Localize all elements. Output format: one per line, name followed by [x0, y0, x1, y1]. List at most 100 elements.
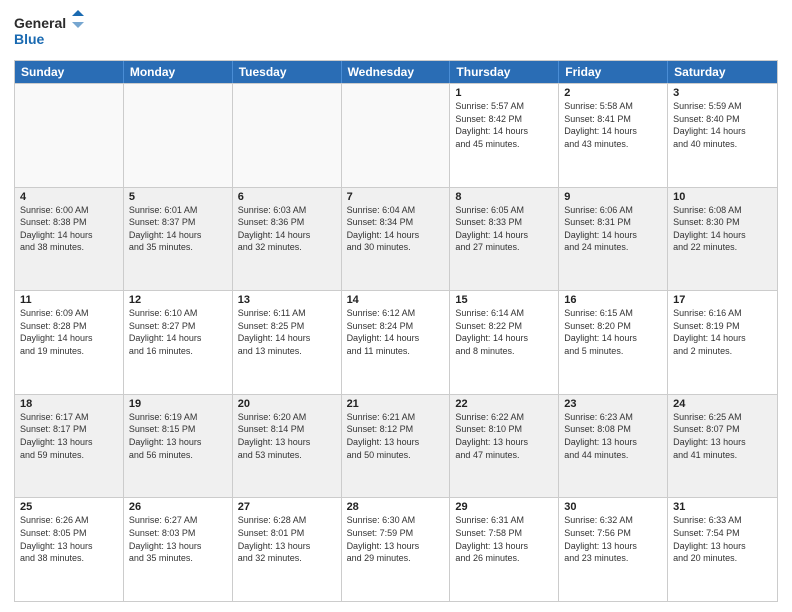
calendar-cell-empty [15, 84, 124, 187]
day-number: 24 [673, 398, 772, 410]
day-number: 13 [238, 294, 336, 306]
calendar-week-row: 11Sunrise: 6:09 AM Sunset: 8:28 PM Dayli… [15, 290, 777, 394]
cell-info: Sunrise: 5:58 AM Sunset: 8:41 PM Dayligh… [564, 101, 637, 149]
day-number: 25 [20, 501, 118, 513]
calendar-cell: 11Sunrise: 6:09 AM Sunset: 8:28 PM Dayli… [15, 291, 124, 394]
calendar-header: SundayMondayTuesdayWednesdayThursdayFrid… [15, 61, 777, 83]
calendar-week-row: 4 Sunrise: 6:00 AM Sunset: 8:38 PM Daylig… [15, 187, 777, 291]
day-number: 26 [129, 501, 227, 513]
day-number: 6 [238, 191, 336, 203]
day-number: 4 [20, 191, 118, 203]
day-number: 28 [347, 501, 445, 513]
day-number: 5 [129, 191, 227, 203]
calendar-cell: 31 Sunrise: 6:33 AM Sunset: 7:54 PM Dayli… [668, 498, 777, 601]
calendar-cell: 24 Sunrise: 6:25 AM Sunset: 8:07 PM Dayli… [668, 395, 777, 498]
day-number: 17 [673, 294, 772, 306]
cell-info: Sunrise: 5:59 AM Sunset: 8:40 PM Dayligh… [673, 101, 746, 149]
calendar-cell-empty [342, 84, 451, 187]
calendar-header-cell: Sunday [15, 61, 124, 83]
day-number: 9 [564, 191, 662, 203]
calendar-cell: 8Sunrise: 6:05 AM Sunset: 8:33 PM Daylig… [450, 188, 559, 291]
cell-info: Sunrise: 6:08 AM Sunset: 8:30 PM Dayligh… [673, 205, 746, 253]
cell-info: Sunrise: 6:31 AM Sunset: 7:58 PM Dayligh… [455, 515, 528, 563]
cell-info: Sunrise: 6:03 AM Sunset: 8:36 PM Dayligh… [238, 205, 311, 253]
calendar-cell: 21Sunrise: 6:21 AM Sunset: 8:12 PM Dayli… [342, 395, 451, 498]
calendar-cell: 19Sunrise: 6:19 AM Sunset: 8:15 PM Dayli… [124, 395, 233, 498]
day-number: 15 [455, 294, 553, 306]
day-number: 14 [347, 294, 445, 306]
day-number: 22 [455, 398, 553, 410]
cell-info: Sunrise: 6:25 AM Sunset: 8:07 PM Dayligh… [673, 412, 746, 460]
cell-info: Sunrise: 6:04 AM Sunset: 8:34 PM Dayligh… [347, 205, 420, 253]
day-number: 7 [347, 191, 445, 203]
cell-info: Sunrise: 6:28 AM Sunset: 8:01 PM Dayligh… [238, 515, 311, 563]
day-number: 10 [673, 191, 772, 203]
calendar-cell: 14 Sunrise: 6:12 AM Sunset: 8:24 PM Dayli… [342, 291, 451, 394]
day-number: 3 [673, 87, 772, 99]
calendar-cell: 20Sunrise: 6:20 AM Sunset: 8:14 PM Dayli… [233, 395, 342, 498]
calendar-header-cell: Tuesday [233, 61, 342, 83]
cell-info: Sunrise: 6:17 AM Sunset: 8:17 PM Dayligh… [20, 412, 93, 460]
day-number: 1 [455, 87, 553, 99]
calendar-cell: 25 Sunrise: 6:26 AM Sunset: 8:05 PM Dayli… [15, 498, 124, 601]
cell-info: Sunrise: 6:10 AM Sunset: 8:27 PM Dayligh… [129, 308, 202, 356]
calendar-week-row: 25 Sunrise: 6:26 AM Sunset: 8:05 PM Dayli… [15, 497, 777, 601]
calendar-header-cell: Wednesday [342, 61, 451, 83]
calendar-cell: 15 Sunrise: 6:14 AM Sunset: 8:22 PM Dayli… [450, 291, 559, 394]
calendar-cell: 1 Sunrise: 5:57 AM Sunset: 8:42 PM Daylig… [450, 84, 559, 187]
day-number: 21 [347, 398, 445, 410]
cell-info: Sunrise: 6:27 AM Sunset: 8:03 PM Dayligh… [129, 515, 202, 563]
cell-info: Sunrise: 6:23 AM Sunset: 8:08 PM Dayligh… [564, 412, 637, 460]
cell-info: Sunrise: 6:20 AM Sunset: 8:14 PM Dayligh… [238, 412, 311, 460]
day-number: 27 [238, 501, 336, 513]
day-number: 8 [455, 191, 553, 203]
calendar-cell: 28Sunrise: 6:30 AM Sunset: 7:59 PM Dayli… [342, 498, 451, 601]
cell-info: Sunrise: 6:14 AM Sunset: 8:22 PM Dayligh… [455, 308, 528, 356]
calendar-cell: 12 Sunrise: 6:10 AM Sunset: 8:27 PM Dayli… [124, 291, 233, 394]
cell-info: Sunrise: 6:33 AM Sunset: 7:54 PM Dayligh… [673, 515, 746, 563]
day-number: 16 [564, 294, 662, 306]
cell-info: Sunrise: 6:01 AM Sunset: 8:37 PM Dayligh… [129, 205, 202, 253]
cell-info: Sunrise: 6:16 AM Sunset: 8:19 PM Dayligh… [673, 308, 746, 356]
calendar-header-cell: Monday [124, 61, 233, 83]
cell-info: Sunrise: 6:06 AM Sunset: 8:31 PM Dayligh… [564, 205, 637, 253]
cell-info: Sunrise: 6:15 AM Sunset: 8:20 PM Dayligh… [564, 308, 637, 356]
cell-info: Sunrise: 6:22 AM Sunset: 8:10 PM Dayligh… [455, 412, 528, 460]
cell-info: Sunrise: 6:09 AM Sunset: 8:28 PM Dayligh… [20, 308, 93, 356]
day-number: 31 [673, 501, 772, 513]
calendar-header-cell: Friday [559, 61, 668, 83]
cell-info: Sunrise: 5:57 AM Sunset: 8:42 PM Dayligh… [455, 101, 528, 149]
calendar-cell: 29 Sunrise: 6:31 AM Sunset: 7:58 PM Dayli… [450, 498, 559, 601]
cell-info: Sunrise: 6:00 AM Sunset: 8:38 PM Dayligh… [20, 205, 93, 253]
day-number: 19 [129, 398, 227, 410]
calendar-cell: 9 Sunrise: 6:06 AM Sunset: 8:31 PM Daylig… [559, 188, 668, 291]
calendar-cell: 26 Sunrise: 6:27 AM Sunset: 8:03 PM Dayli… [124, 498, 233, 601]
calendar-cell: 10 Sunrise: 6:08 AM Sunset: 8:30 PM Dayli… [668, 188, 777, 291]
calendar-week-row: 1 Sunrise: 5:57 AM Sunset: 8:42 PM Daylig… [15, 83, 777, 187]
calendar-cell: 3 Sunrise: 5:59 AM Sunset: 8:40 PM Daylig… [668, 84, 777, 187]
calendar-cell: 22 Sunrise: 6:22 AM Sunset: 8:10 PM Dayli… [450, 395, 559, 498]
calendar-cell: 18Sunrise: 6:17 AM Sunset: 8:17 PM Dayli… [15, 395, 124, 498]
calendar-cell-empty [124, 84, 233, 187]
day-number: 2 [564, 87, 662, 99]
calendar-cell-empty [233, 84, 342, 187]
day-number: 23 [564, 398, 662, 410]
day-number: 12 [129, 294, 227, 306]
day-number: 29 [455, 501, 553, 513]
cell-info: Sunrise: 6:12 AM Sunset: 8:24 PM Dayligh… [347, 308, 420, 356]
header: General Blue [14, 10, 778, 52]
calendar-cell: 5 Sunrise: 6:01 AM Sunset: 8:37 PM Daylig… [124, 188, 233, 291]
calendar-cell: 16 Sunrise: 6:15 AM Sunset: 8:20 PM Dayli… [559, 291, 668, 394]
svg-text:Blue: Blue [14, 31, 45, 47]
calendar-week-row: 18Sunrise: 6:17 AM Sunset: 8:17 PM Dayli… [15, 394, 777, 498]
calendar-cell: 2 Sunrise: 5:58 AM Sunset: 8:41 PM Daylig… [559, 84, 668, 187]
calendar-header-cell: Saturday [668, 61, 777, 83]
svg-text:General: General [14, 15, 66, 31]
logo-svg: General Blue [14, 10, 84, 52]
calendar-cell: 13Sunrise: 6:11 AM Sunset: 8:25 PM Dayli… [233, 291, 342, 394]
calendar-cell: 6 Sunrise: 6:03 AM Sunset: 8:36 PM Daylig… [233, 188, 342, 291]
calendar-cell: 27 Sunrise: 6:28 AM Sunset: 8:01 PM Dayli… [233, 498, 342, 601]
calendar-cell: 17 Sunrise: 6:16 AM Sunset: 8:19 PM Dayli… [668, 291, 777, 394]
calendar-cell: 4 Sunrise: 6:00 AM Sunset: 8:38 PM Daylig… [15, 188, 124, 291]
cell-info: Sunrise: 6:26 AM Sunset: 8:05 PM Dayligh… [20, 515, 93, 563]
